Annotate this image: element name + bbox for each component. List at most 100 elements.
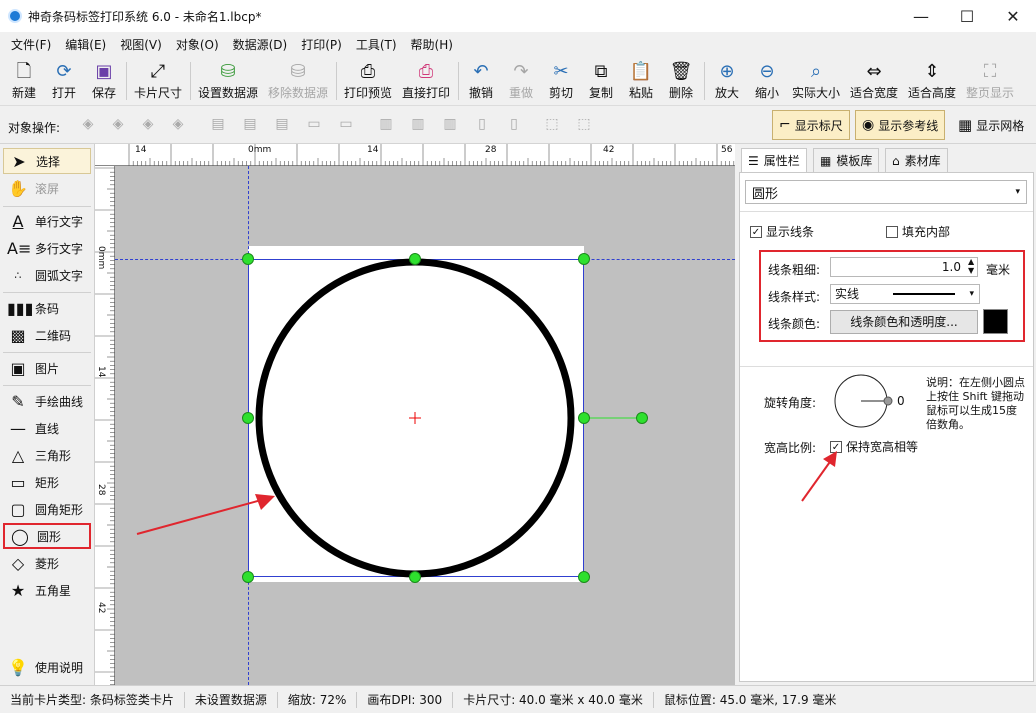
tool-qrcode[interactable]: ▩ 二维码 <box>3 322 91 348</box>
rotation-value: 0 <box>897 394 905 408</box>
fill-inside-checkbox[interactable]: 填充内部 <box>886 223 950 240</box>
qrcode-icon: ▩ <box>10 325 26 345</box>
tool-help[interactable]: 💡 使用说明 <box>3 654 91 680</box>
design-canvas[interactable] <box>115 166 735 685</box>
align-middle-icon[interactable]: ▥ <box>408 116 428 134</box>
tool-rect[interactable]: ▭ 矩形 <box>3 469 91 495</box>
tool-single-text[interactable]: A 单行文字 <box>3 208 91 234</box>
menu-edit[interactable]: 编辑(E) <box>58 36 113 53</box>
object-ops-label: 对象操作: <box>8 121 61 135</box>
undo-button[interactable]: ↶ 撤销 <box>464 60 498 104</box>
tool-triangle[interactable]: △ 三角形 <box>3 442 91 468</box>
copy-button[interactable]: ⧉ 复制 <box>584 60 618 104</box>
fit-height-button[interactable]: ⇕ 适合高度 <box>906 60 958 104</box>
align-bottom-icon[interactable]: ▥ <box>440 116 460 134</box>
tool-barcode[interactable]: ▮▮▮ 条码 <box>3 295 91 321</box>
object-type-select[interactable]: 圆形 ▾ <box>745 180 1027 204</box>
paste-button[interactable]: 📋 粘贴 <box>624 60 658 104</box>
horizontal-ruler: 14 0mm 14 28 42 56 <box>95 144 768 166</box>
line-color-button[interactable]: 线条颜色和透明度... <box>830 310 978 334</box>
app-logo-icon <box>8 9 22 23</box>
redo-button[interactable]: ↷ 重做 <box>504 60 538 104</box>
print-preview-button[interactable]: ⎙ 打印预览 <box>342 60 394 104</box>
save-button[interactable]: ▣ 保存 <box>86 60 122 104</box>
line-color-swatch[interactable] <box>983 309 1008 334</box>
tab-properties[interactable]: ☰ 属性栏 <box>741 148 807 172</box>
show-ruler-button[interactable]: ⌐ 显示标尺 <box>772 110 850 140</box>
printer-icon: ⎙ <box>418 61 434 82</box>
card-size-button[interactable]: ⤢ 卡片尺寸 <box>130 60 186 104</box>
zoom-in-icon: ⊕ <box>719 61 735 82</box>
same-width-icon[interactable]: ▭ <box>304 116 324 134</box>
actual-size-button[interactable]: ⌕ 实际大小 <box>790 60 842 104</box>
layer-bottom-icon[interactable]: ◈ <box>168 116 188 134</box>
tool-arc-text[interactable]: ∴ 圆弧文字 <box>3 262 91 288</box>
redo-icon: ↷ <box>513 61 529 82</box>
status-card-type[interactable]: 当前卡片类型: 条码标签类卡片 <box>0 691 185 708</box>
tool-diamond[interactable]: ◇ 菱形 <box>3 550 91 576</box>
layer-down-icon[interactable]: ◈ <box>138 116 158 134</box>
align-right-icon[interactable]: ▤ <box>272 116 292 134</box>
menu-file[interactable]: 文件(F) <box>4 36 58 53</box>
new-button[interactable]: 🗋 新建 <box>6 60 42 104</box>
trash-icon: 🗑 <box>669 61 693 82</box>
group-icon[interactable]: ⬚ <box>542 116 562 134</box>
direct-print-button[interactable]: ⎙ 直接打印 <box>400 60 452 104</box>
align-top-icon[interactable]: ▥ <box>376 116 396 134</box>
star-icon: ★ <box>10 580 26 600</box>
delete-button[interactable]: 🗑 删除 <box>664 60 698 104</box>
same-height-icon[interactable]: ▯ <box>472 116 492 134</box>
ungroup-icon[interactable]: ⬚ <box>574 116 594 134</box>
full-page-button[interactable]: ⛶ 整页显示 <box>964 60 1016 104</box>
tool-scroll[interactable]: ✋ 滚屏 <box>3 175 91 201</box>
layer-up-icon[interactable]: ◈ <box>78 116 98 134</box>
layer-top-icon[interactable]: ◈ <box>108 116 128 134</box>
cut-button[interactable]: ✂ 剪切 <box>544 60 578 104</box>
window-title: 神奇条码标签打印系统 6.0 - 未命名1.lbcp* <box>28 9 262 24</box>
tool-multi-text[interactable]: A≡ 多行文字 <box>3 235 91 261</box>
tool-star[interactable]: ★ 五角星 <box>3 577 91 603</box>
maximize-button[interactable]: ☐ <box>944 0 990 32</box>
remove-datasource-button[interactable]: ⛁ 移除数据源 <box>266 60 330 104</box>
ruler-label: 14 <box>96 366 106 378</box>
fit-width-button[interactable]: ⇔ 适合宽度 <box>848 60 900 104</box>
zoom-in-button[interactable]: ⊕ 放大 <box>710 60 744 104</box>
menu-tools[interactable]: 工具(T) <box>349 36 404 53</box>
h-distribute-icon[interactable]: ▭ <box>336 116 356 134</box>
tab-templates[interactable]: ▦ 模板库 <box>813 148 880 172</box>
status-card-size: 卡片尺寸: 40.0 毫米 x 40.0 毫米 <box>453 691 654 708</box>
close-button[interactable]: ✕ <box>990 0 1036 32</box>
set-datasource-button[interactable]: ⛁ 设置数据源 <box>196 60 260 104</box>
menu-datasource[interactable]: 数据源(D) <box>226 36 295 53</box>
zoom-out-button[interactable]: ⊖ 缩小 <box>750 60 784 104</box>
show-line-checkbox[interactable]: ✓ 显示线条 <box>750 223 814 240</box>
grid-icon: ▦ <box>958 116 973 134</box>
tool-line[interactable]: — 直线 <box>3 415 91 441</box>
menu-object[interactable]: 对象(O) <box>169 36 226 53</box>
spin-arrows-icon[interactable]: ▲ ▼ <box>968 257 974 275</box>
line-width-input[interactable]: 1.0 <box>830 257 978 277</box>
undo-icon: ↶ <box>473 61 489 82</box>
show-grid-button[interactable]: ▦ 显示网格 <box>952 110 1030 140</box>
rectangle-icon: ▭ <box>10 472 26 492</box>
tool-round-rect[interactable]: ▢ 圆角矩形 <box>3 496 91 522</box>
triangle-icon: △ <box>11 445 25 465</box>
align-center-icon[interactable]: ▤ <box>240 116 260 134</box>
menu-print[interactable]: 打印(P) <box>294 36 349 53</box>
align-left-icon[interactable]: ▤ <box>208 116 228 134</box>
show-guides-button[interactable]: ◉ 显示参考线 <box>855 110 946 140</box>
menu-view[interactable]: 视图(V) <box>113 36 169 53</box>
v-distribute-icon[interactable]: ▯ <box>504 116 524 134</box>
line-style-select[interactable]: 实线 ▾ <box>830 284 980 304</box>
tool-freehand[interactable]: ✎ 手绘曲线 <box>3 388 91 414</box>
tool-image[interactable]: ▣ 图片 <box>3 355 91 381</box>
rotation-note: 说明：在左侧小圆点上按住 Shift 键拖动鼠标可以生成15度倍数角。 <box>926 376 1025 431</box>
tab-assets[interactable]: ⌂ 素材库 <box>885 148 948 172</box>
menu-help[interactable]: 帮助(H) <box>404 36 460 53</box>
minimize-button[interactable]: — <box>898 0 944 32</box>
open-icon: ⟳ <box>56 61 72 82</box>
tool-select[interactable]: ➤ 选择 <box>3 148 91 174</box>
open-button[interactable]: ⟳ 打开 <box>46 60 82 104</box>
copy-icon: ⧉ <box>594 61 608 82</box>
tool-circle[interactable]: ◯ 圆形 <box>3 523 91 549</box>
